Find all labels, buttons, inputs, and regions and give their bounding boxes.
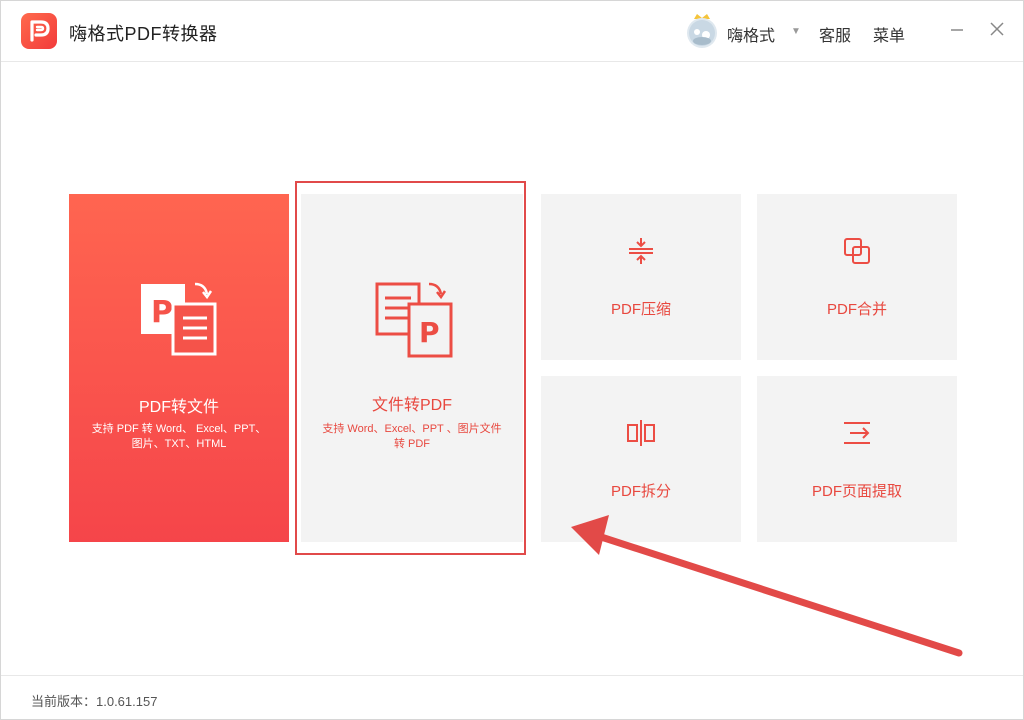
pdf-extract-label: PDF页面提取 — [811, 483, 902, 500]
pdf-to-file-card[interactable]: P PDF转文件 支持 PDF 转 Word、 Excel、PPT、图片、TXT… — [69, 194, 289, 542]
compress-icon — [626, 236, 656, 266]
app-window: 嗨格式PDF转换器 嗨格式 ▼ 客服 菜单 P PDF转文件 支持 PDF 转 … — [0, 0, 1024, 720]
pdf-compress-label: PDF压缩 — [610, 301, 671, 318]
svg-text:P: P — [151, 295, 173, 330]
minimize-icon[interactable] — [947, 19, 967, 39]
merge-icon — [842, 236, 872, 266]
pdf-to-file-desc: 支持 PDF 转 Word、 Excel、PPT、图片、TXT、HTML — [91, 423, 267, 450]
avatar[interactable] — [685, 11, 719, 49]
user-name[interactable]: 嗨格式 — [727, 22, 775, 46]
split-icon — [626, 418, 656, 448]
pdf-merge-card[interactable]: PDF合并 — [757, 194, 957, 360]
pdf-to-doc-icon: P — [139, 278, 219, 363]
app-title: 嗨格式PDF转换器 — [69, 24, 218, 44]
close-icon[interactable] — [987, 19, 1007, 39]
pdf-split-label: PDF拆分 — [610, 483, 671, 500]
annotation-arrow-icon — [561, 511, 971, 666]
pdf-to-file-title: PDF转文件 — [138, 399, 219, 416]
highlight-box — [295, 181, 526, 555]
status-bar: 当前版本：1.0.61.157 — [1, 675, 1023, 720]
version-label: 当前版本：1.0.61.157 — [31, 694, 158, 709]
chevron-down-icon[interactable]: ▼ — [791, 26, 801, 37]
customer-service-button[interactable]: 客服 — [819, 22, 851, 46]
pdf-merge-label: PDF合并 — [826, 301, 887, 318]
app-logo-icon — [21, 13, 57, 49]
menu-button[interactable]: 菜单 — [873, 22, 905, 46]
title-bar: 嗨格式PDF转换器 嗨格式 ▼ 客服 菜单 — [1, 1, 1023, 62]
extract-icon — [842, 418, 872, 448]
pdf-compress-card[interactable]: PDF压缩 — [541, 194, 741, 360]
